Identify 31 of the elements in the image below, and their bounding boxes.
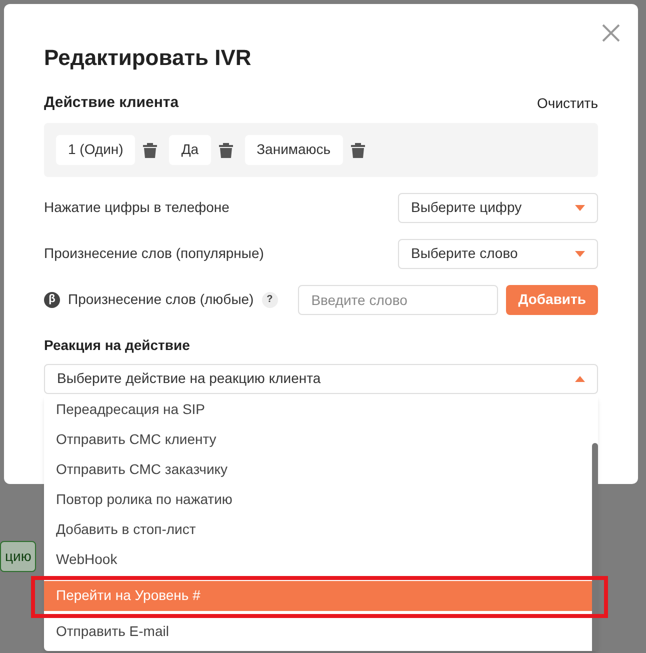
- close-icon[interactable]: [602, 24, 620, 42]
- dropdown-option[interactable]: WebHook: [44, 544, 592, 574]
- action-chip: Занимаюсь: [244, 134, 343, 164]
- select-field[interactable]: Выберите цифру: [398, 192, 598, 222]
- dropdown-option[interactable]: Отправить E-mail: [44, 616, 592, 646]
- dropdown-option[interactable]: Отправить СМС заказчику: [44, 454, 592, 484]
- trash-icon[interactable]: [218, 142, 233, 158]
- dropdown-option[interactable]: Повтор ролика по нажатию: [44, 484, 592, 514]
- dialog-title: Редактировать IVR: [44, 44, 252, 72]
- caret-icon: [575, 204, 585, 210]
- scrollbar[interactable]: [592, 442, 598, 650]
- select-field[interactable]: Выберите действие на реакцию клиента: [44, 364, 598, 394]
- clear-link[interactable]: Очистить: [537, 92, 598, 114]
- field-label: Нажатие цифры в телефоне: [44, 198, 230, 217]
- trash-icon[interactable]: [143, 142, 158, 158]
- field-label: Произнесение слов (любые): [68, 290, 254, 309]
- action-chip: 1 (Один): [56, 134, 136, 164]
- field-label: Произнесение слов (популярные): [44, 244, 264, 263]
- dropdown-option[interactable]: Переадресация на SIP: [44, 394, 592, 424]
- caret-icon: [575, 376, 585, 382]
- help-icon[interactable]: ?: [262, 292, 278, 308]
- section-heading: Реакция на действие: [44, 336, 191, 355]
- section-heading: Действие клиента: [44, 93, 179, 113]
- trash-icon[interactable]: [350, 142, 365, 158]
- dropdown-option[interactable]: Отправить СМС клиенту: [44, 424, 592, 454]
- caret-icon: [575, 250, 585, 256]
- word-input[interactable]: Введите слово: [298, 284, 498, 314]
- action-chip: Да: [169, 134, 211, 164]
- select-field[interactable]: Выберите слово: [398, 238, 598, 268]
- dropdown-option[interactable]: Добавить в стоп-лист: [44, 514, 592, 544]
- beta-icon: β: [44, 292, 60, 308]
